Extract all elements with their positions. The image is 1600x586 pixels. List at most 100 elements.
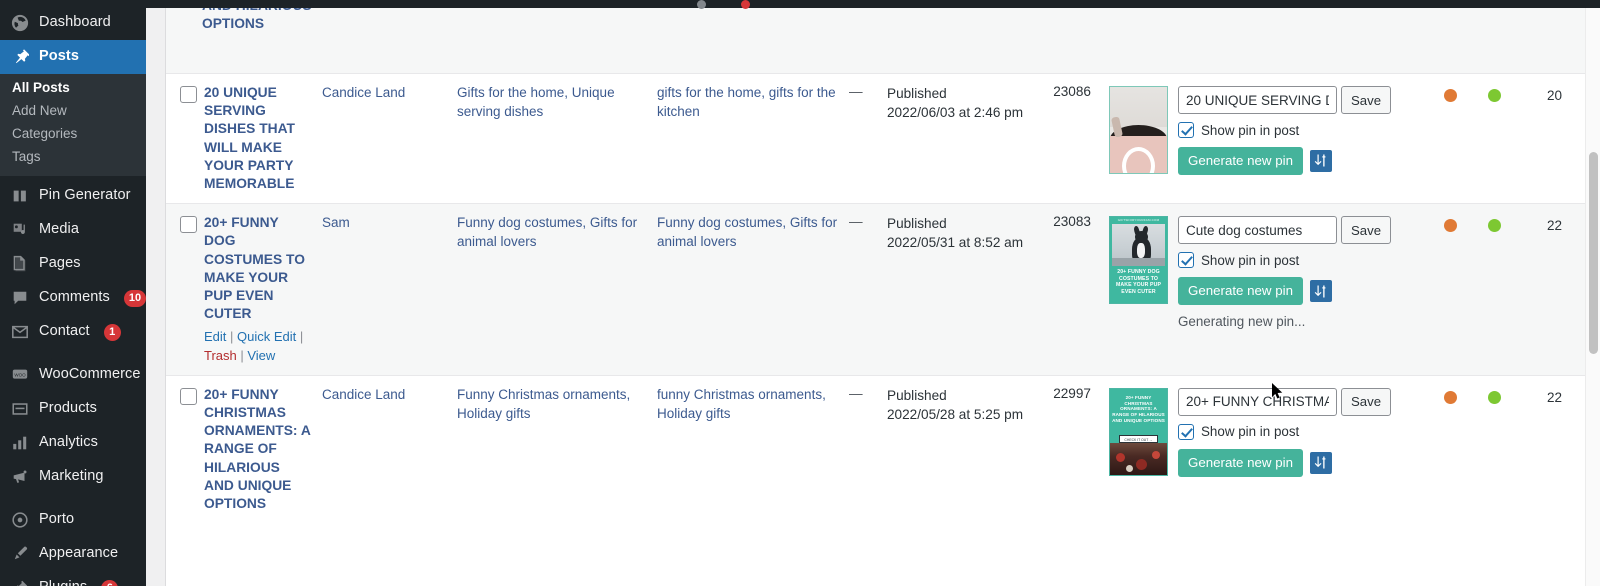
save-button[interactable]: Save bbox=[1341, 387, 1392, 416]
post-categories-link[interactable]: Funny dog costumes, Gifts for animal lov… bbox=[457, 215, 637, 249]
sidebar-item-woocommerce[interactable]: WOO WooCommerce bbox=[0, 358, 146, 392]
admin-sidebar: Dashboard Posts All Posts Add New Catego… bbox=[0, 0, 146, 586]
save-button[interactable]: Save bbox=[1341, 86, 1392, 114]
scrollbar-thumb[interactable] bbox=[1589, 152, 1598, 354]
pin-thumbnail[interactable]: 20+ FUNNY CHRISTMAS ORNAMENTS: A RANGE O… bbox=[1109, 387, 1168, 476]
row-title-cell: 20+ FUNNY CHRISTMAS ORNAMENTS: A RANGE O… bbox=[204, 374, 322, 524]
quick-edit-link[interactable]: Quick Edit bbox=[237, 329, 296, 344]
sidebar-item-label: WooCommerce bbox=[39, 366, 141, 383]
sidebar-item-dashboard[interactable]: Dashboard bbox=[0, 6, 146, 40]
sliders-icon[interactable] bbox=[1309, 149, 1332, 172]
post-author-link[interactable]: Sam bbox=[322, 215, 350, 230]
sidebar-item-analytics[interactable]: Analytics bbox=[0, 426, 146, 460]
sidebar-item-label: Media bbox=[39, 221, 79, 238]
post-tags-link[interactable]: gifts for the home, gifts for the kitche… bbox=[657, 85, 836, 119]
submenu-item-categories[interactable]: Categories bbox=[0, 122, 146, 145]
sidebar-item-porto[interactable]: Porto bbox=[0, 503, 146, 537]
table-row: 20 UNIQUE SERVING DISHES THAT WILL MAKE … bbox=[166, 74, 1600, 204]
sidebar-item-pin-generator[interactable]: Pin Generator bbox=[0, 179, 146, 213]
comments-count: — bbox=[849, 385, 863, 401]
row-dot1-cell bbox=[1444, 203, 1488, 376]
trash-link[interactable]: Trash bbox=[204, 348, 237, 363]
comments-badge: 10 bbox=[123, 289, 146, 307]
submenu-item-all-posts[interactable]: All Posts bbox=[0, 76, 146, 99]
sidebar-item-label: Porto bbox=[39, 511, 75, 528]
post-categories-link[interactable]: Funny Christmas ornaments, Holiday gifts bbox=[457, 387, 630, 421]
post-categories-link[interactable]: Gifts for the home, Unique serving dishe… bbox=[457, 85, 615, 119]
generate-new-pin-button[interactable]: Generate new pin bbox=[1178, 448, 1303, 477]
pin-title-input[interactable] bbox=[1178, 387, 1337, 416]
sidebar-item-media[interactable]: Media bbox=[0, 213, 146, 247]
row-id-cell: 23086 bbox=[1037, 74, 1109, 204]
sidebar-item-label: Comments bbox=[39, 289, 110, 306]
sidebar-item-contact[interactable]: Contact 1 bbox=[0, 315, 146, 349]
post-title-link[interactable]: 20+ FUNNY DOG COSTUMES TO MAKE YOUR PUP … bbox=[204, 214, 312, 323]
row-actions: Edit | Quick Edit | Trash | View bbox=[204, 329, 304, 363]
row-pin-cell: 20+ FUNNY CHRISTMAS ORNAMENTS: A RANGE O… bbox=[1109, 374, 1444, 524]
table-row: 20+ FUNNY DOG COSTUMES TO MAKE YOUR PUP … bbox=[166, 203, 1600, 376]
brush-icon bbox=[10, 544, 30, 564]
submenu-item-tags[interactable]: Tags bbox=[0, 145, 146, 168]
pin-thumb-button: CHECK IT OUT → bbox=[1119, 434, 1158, 443]
generate-new-pin-button[interactable]: Generate new pin bbox=[1178, 147, 1303, 175]
vertical-scrollbar[interactable] bbox=[1585, 8, 1600, 586]
submenu-item-add-new[interactable]: Add New bbox=[0, 99, 146, 122]
row-checkbox[interactable] bbox=[180, 387, 197, 405]
show-pin-checkbox[interactable] bbox=[1178, 252, 1194, 269]
show-pin-label: Show pin in post bbox=[1201, 122, 1300, 138]
row-tags-cell: Funny dog costumes, Gifts for animal lov… bbox=[657, 203, 849, 376]
show-pin-checkbox[interactable] bbox=[1178, 423, 1194, 440]
row-title-cell: 20+ FUNNY DOG COSTUMES TO MAKE YOUR PUP … bbox=[204, 203, 322, 376]
admin-bar-icon-red bbox=[741, 0, 750, 9]
post-tags-link[interactable]: funny Christmas ornaments, Holiday gifts bbox=[657, 387, 826, 421]
row-dot1-cell bbox=[1444, 374, 1488, 524]
row-dot2-cell bbox=[1488, 203, 1532, 376]
post-title-link[interactable]: 20+ FUNNY CHRISTMAS ORNAMENTS: A RANGE O… bbox=[204, 386, 312, 513]
sidebar-item-label: Dashboard bbox=[39, 14, 111, 31]
count-value-1: 22 bbox=[1546, 218, 1562, 234]
posts-table: 20 UNIQUE SERVING DISHES THAT WILL MAKE … bbox=[166, 74, 1600, 524]
envelope-icon bbox=[10, 322, 30, 342]
generate-new-pin-button[interactable]: Generate new pin bbox=[1178, 277, 1303, 306]
row-count1-cell: 22 bbox=[1532, 374, 1572, 524]
post-author-link[interactable]: Candice Land bbox=[322, 85, 405, 100]
row-date-cell: Published 2022/05/28 at 5:25 pm bbox=[887, 374, 1037, 524]
sidebar-item-plugins[interactable]: Plugins 6 bbox=[0, 571, 146, 586]
pin-thumbnail[interactable]: GIFTSFORYOURFAM.COM 20+ FUNNY DOG COSTUM… bbox=[1109, 216, 1168, 305]
pin-title-input[interactable] bbox=[1178, 86, 1337, 114]
sidebar-item-label: Analytics bbox=[39, 434, 98, 451]
post-title-link[interactable]: 20 UNIQUE SERVING DISHES THAT WILL MAKE … bbox=[204, 84, 312, 193]
post-tags-link[interactable]: Funny dog costumes, Gifts for animal lov… bbox=[657, 215, 837, 249]
pages-icon bbox=[10, 254, 30, 274]
view-link[interactable]: View bbox=[247, 348, 275, 363]
pin-thumbnail[interactable] bbox=[1109, 86, 1168, 174]
edit-link[interactable]: Edit bbox=[204, 329, 226, 344]
sidebar-item-pages[interactable]: Pages bbox=[0, 247, 146, 281]
row-comments-cell: — bbox=[849, 374, 887, 524]
table-row-partial: AND HILARIOUS OPTIONS bbox=[166, 0, 1600, 74]
sidebar-item-products[interactable]: Products bbox=[0, 392, 146, 426]
row-checkbox[interactable] bbox=[180, 216, 197, 234]
sidebar-item-label: Marketing bbox=[39, 468, 104, 485]
row-checkbox[interactable] bbox=[180, 86, 197, 103]
post-author-link[interactable]: Candice Land bbox=[322, 387, 405, 402]
media-icon bbox=[10, 220, 30, 240]
row-checkbox-cell bbox=[166, 74, 204, 204]
sliders-icon[interactable] bbox=[1309, 451, 1332, 474]
sliders-icon[interactable] bbox=[1309, 280, 1332, 303]
pin-thumb-caption: 20+ FUNNY DOG COSTUMES TO MAKE YOUR PUP … bbox=[1115, 269, 1162, 295]
sidebar-item-appearance[interactable]: Appearance bbox=[0, 537, 146, 571]
plug-icon bbox=[10, 578, 30, 586]
show-pin-checkbox[interactable] bbox=[1178, 122, 1194, 138]
sidebar-item-marketing[interactable]: Marketing bbox=[0, 460, 146, 494]
count-value-1: 22 bbox=[1546, 389, 1562, 405]
row-categories-cell: Funny dog costumes, Gifts for animal lov… bbox=[457, 203, 657, 376]
sidebar-item-comments[interactable]: Comments 10 bbox=[0, 281, 146, 315]
status-dot-orange bbox=[1444, 219, 1457, 233]
admin-bar bbox=[0, 0, 1600, 9]
row-checkbox-cell bbox=[166, 374, 204, 524]
post-status: Published bbox=[887, 216, 947, 232]
sidebar-item-posts[interactable]: Posts bbox=[0, 40, 146, 74]
save-button[interactable]: Save bbox=[1341, 216, 1392, 245]
pin-title-input[interactable] bbox=[1178, 216, 1337, 245]
